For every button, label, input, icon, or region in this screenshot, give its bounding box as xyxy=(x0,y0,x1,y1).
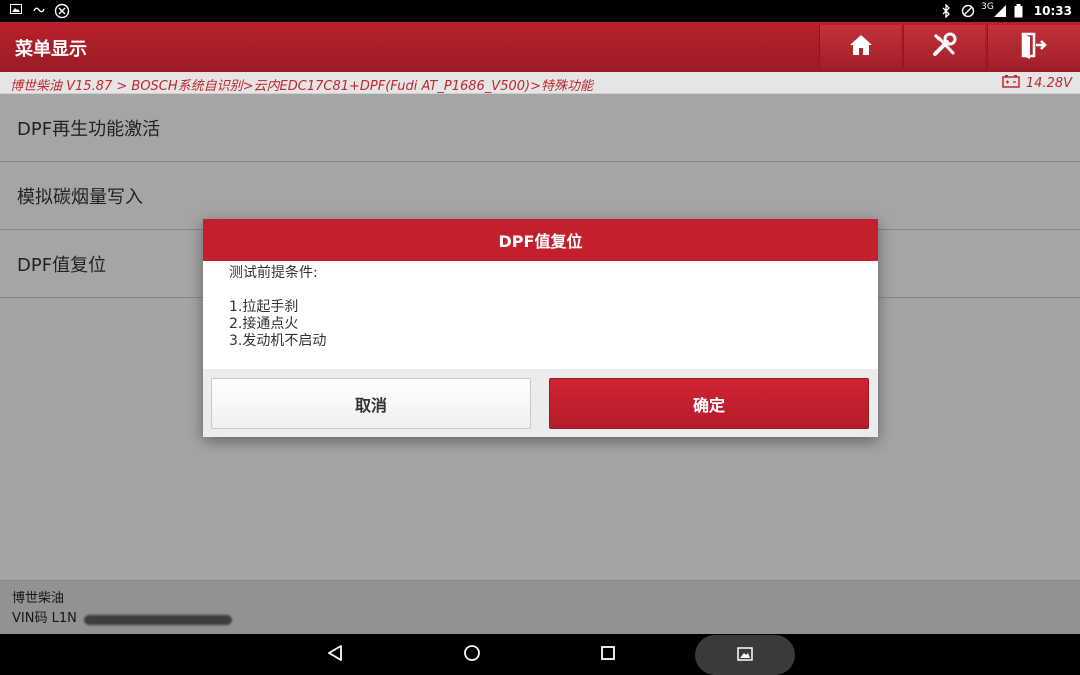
home-icon xyxy=(848,33,874,61)
tools-button[interactable] xyxy=(903,25,985,68)
battery-voltage: 14.28V xyxy=(1002,74,1072,92)
breadcrumb-bar: 博世柴油 V15.87 > BOSCH系统自识别>云内EDC17C81+DPF(… xyxy=(0,72,1080,94)
page-title: 菜单显示 xyxy=(15,39,87,60)
square-icon xyxy=(600,645,616,665)
settings-icon xyxy=(54,3,70,19)
confirm-button[interactable]: 确定 xyxy=(549,378,869,429)
cancel-button[interactable]: 取消 xyxy=(211,378,531,429)
back-icon xyxy=(327,644,343,666)
screenshot-button[interactable] xyxy=(733,643,757,667)
breadcrumb: 博世柴油 V15.87 > BOSCH系统自识别>云内EDC17C81+DPF(… xyxy=(10,79,593,94)
car-battery-icon xyxy=(1002,74,1020,92)
usb-icon xyxy=(32,3,46,17)
nav-bar xyxy=(0,634,1080,675)
battery-icon xyxy=(1014,4,1028,18)
bluetooth-icon xyxy=(941,3,955,19)
condition-item: 1.拉起手刹 xyxy=(229,299,299,315)
tools-icon xyxy=(931,32,959,62)
status-bar: 3G 10:33 xyxy=(0,0,1080,22)
app-header: 菜单显示 xyxy=(0,22,1080,72)
confirm-dialog: DPF值复位 测试前提条件: 1.拉起手刹 2.接通点火 3.发动机不启动 取消… xyxy=(203,219,878,437)
recents-button[interactable] xyxy=(596,643,620,667)
exit-icon xyxy=(1020,31,1048,63)
exit-button[interactable] xyxy=(987,25,1080,68)
back-button[interactable] xyxy=(323,643,347,667)
voltage-value: 14.28V xyxy=(1025,75,1072,91)
signal-icon xyxy=(993,4,1008,18)
circle-icon xyxy=(463,644,481,666)
network-type: 3G xyxy=(981,2,994,12)
dialog-footer: 取消 确定 xyxy=(203,369,878,437)
alarm-icon xyxy=(961,4,975,18)
dialog-heading: 测试前提条件: xyxy=(229,265,318,281)
dialog-body: 测试前提条件: 1.拉起手刹 2.接通点火 3.发动机不启动 xyxy=(203,261,878,369)
clock: 10:33 xyxy=(1033,4,1072,18)
dialog-title: DPF值复位 xyxy=(203,219,878,261)
condition-item: 2.接通点火 xyxy=(229,316,299,332)
image-icon xyxy=(737,646,753,665)
home-button[interactable] xyxy=(819,25,901,68)
condition-item: 3.发动机不启动 xyxy=(229,333,327,349)
image-icon xyxy=(10,3,24,17)
home-nav-button[interactable] xyxy=(460,643,484,667)
